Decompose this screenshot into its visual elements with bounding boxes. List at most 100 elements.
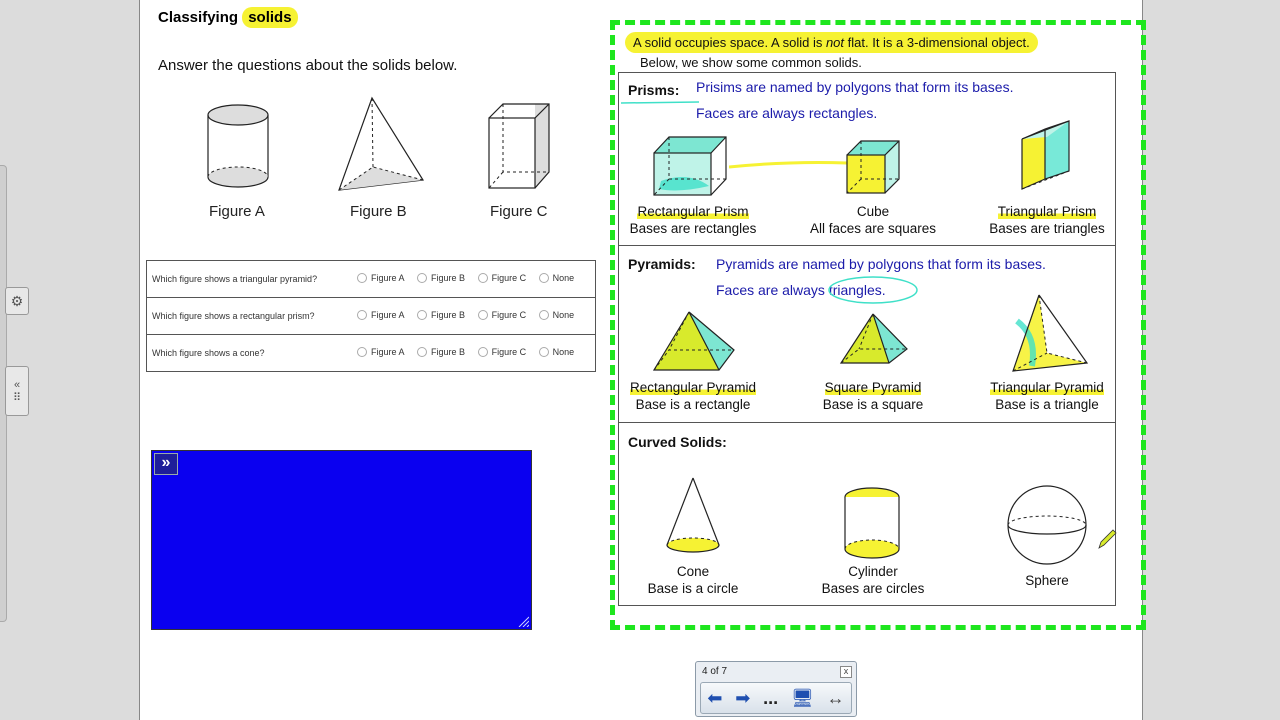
question-options: Figure A Figure B Figure C None bbox=[342, 297, 596, 335]
expand-icon[interactable]: » bbox=[154, 453, 178, 475]
option-figure-a[interactable]: Figure A bbox=[357, 273, 405, 283]
settings-button[interactable]: ⚙ bbox=[5, 287, 29, 315]
title-prefix: Classifying bbox=[158, 9, 243, 26]
option-figure-c[interactable]: Figure C bbox=[477, 310, 526, 320]
radio-icon[interactable] bbox=[357, 347, 367, 357]
next-page-icon[interactable]: ➡ bbox=[735, 688, 750, 709]
triangular-prism-figure bbox=[1021, 120, 1070, 190]
title-highlight: solids bbox=[242, 7, 298, 28]
square-pyramid-figure bbox=[839, 313, 908, 364]
prisms-line-1: Prisims are named by polygons that form … bbox=[696, 79, 1014, 95]
radio-icon[interactable] bbox=[417, 347, 428, 357]
radio-icon[interactable] bbox=[357, 310, 367, 320]
pyramids-line-1: Pyramids are named by polygons that form… bbox=[716, 256, 1046, 272]
question-row: Which figure shows a rectangular prism? … bbox=[146, 297, 596, 335]
option-figure-b[interactable]: Figure B bbox=[417, 347, 465, 357]
yellow-connector-stroke bbox=[729, 161, 848, 169]
page-title: Classifying solids bbox=[158, 7, 298, 28]
screen-display-icon[interactable]: 🖥 bbox=[791, 688, 814, 709]
figure-a-cylinder bbox=[207, 104, 269, 188]
question-row: Which figure shows a cone? Figure A Figu… bbox=[146, 334, 596, 372]
curved-solids-title: Curved Solids: bbox=[628, 434, 727, 450]
section-divider bbox=[619, 422, 1115, 423]
definition-highlight: A solid occupies space. A solid is not f… bbox=[625, 32, 1038, 53]
option-none[interactable]: None bbox=[538, 273, 574, 283]
radio-icon[interactable] bbox=[357, 273, 367, 283]
rectangular-pyramid-figure bbox=[652, 311, 735, 371]
question-options: Figure A Figure B Figure C None bbox=[342, 334, 596, 372]
cylinder-desc: Bases are circles bbox=[821, 581, 925, 596]
figure-b-triangular-pyramid bbox=[338, 96, 425, 191]
rectangular-pyramid-name: Rectangular Pyramid bbox=[629, 380, 757, 395]
cube-figure bbox=[846, 140, 900, 194]
radio-icon[interactable] bbox=[538, 273, 549, 283]
page-counter: 4 of 7 bbox=[702, 666, 728, 677]
prisms-title-underline bbox=[621, 101, 700, 104]
radio-icon[interactable] bbox=[477, 273, 488, 283]
prisms-line-2: Faces are always rectangles. bbox=[696, 105, 878, 121]
cone-name: Cone bbox=[676, 564, 710, 579]
sphere-figure bbox=[1007, 485, 1087, 565]
square-pyramid-name: Square Pyramid bbox=[824, 380, 922, 395]
cube-desc: All faces are squares bbox=[809, 221, 937, 236]
option-figure-b[interactable]: Figure B bbox=[417, 310, 465, 320]
pyramids-title: Pyramids: bbox=[628, 256, 696, 272]
option-figure-c[interactable]: Figure C bbox=[477, 347, 526, 357]
rectangular-pyramid-desc: Base is a rectangle bbox=[635, 397, 751, 412]
sphere-name: Sphere bbox=[1025, 573, 1069, 588]
option-figure-a[interactable]: Figure A bbox=[357, 310, 405, 320]
option-figure-c[interactable]: Figure C bbox=[477, 273, 526, 283]
radio-icon[interactable] bbox=[477, 310, 488, 320]
double-chevron-left-icon: « bbox=[13, 378, 21, 391]
rectangular-prism-name: Rectangular Prism bbox=[637, 204, 749, 219]
radio-icon[interactable] bbox=[538, 310, 549, 320]
cylinder-name: Cylinder bbox=[848, 564, 898, 579]
figure-c-label: Figure C bbox=[490, 203, 548, 220]
option-none[interactable]: None bbox=[538, 347, 574, 357]
triangular-pyramid-desc: Base is a triangle bbox=[995, 397, 1099, 412]
triangular-pyramid-figure bbox=[1012, 294, 1089, 372]
radio-icon[interactable] bbox=[417, 273, 428, 283]
triangular-prism-name: Triangular Prism bbox=[997, 204, 1097, 219]
instructions-text: Answer the questions about the solids be… bbox=[158, 57, 458, 74]
question-options: Figure A Figure B Figure C None bbox=[342, 261, 596, 298]
square-pyramid-desc: Base is a square bbox=[822, 397, 924, 412]
option-none[interactable]: None bbox=[538, 310, 574, 320]
figure-b-label: Figure B bbox=[350, 203, 407, 220]
radio-icon[interactable] bbox=[417, 310, 428, 320]
rectangular-prism-desc: Bases are rectangles bbox=[629, 221, 757, 236]
rectangular-prism-figure bbox=[653, 136, 727, 196]
solid-definition-note: A solid occupies space. A solid is not f… bbox=[625, 32, 1038, 53]
close-navigator-button[interactable]: x bbox=[840, 666, 852, 678]
questions-table: Which figure shows a triangular pyramid?… bbox=[146, 260, 596, 372]
resize-handle-icon[interactable] bbox=[517, 615, 529, 627]
cube-name: Cube bbox=[856, 204, 890, 219]
page-navigator: 4 of 7 x ⬅ ➡ ... 🖥 ↔ bbox=[695, 661, 857, 717]
navigator-toolbar: ⬅ ➡ ... 🖥 ↔ bbox=[700, 682, 852, 714]
cone-figure bbox=[666, 477, 720, 553]
radio-icon[interactable] bbox=[538, 347, 549, 357]
question-text: Which figure shows a triangular pyramid? bbox=[152, 274, 318, 284]
cone-desc: Base is a circle bbox=[647, 581, 739, 596]
option-figure-b[interactable]: Figure B bbox=[417, 273, 465, 283]
pen-cursor-icon bbox=[1098, 529, 1117, 549]
question-row: Which figure shows a triangular pyramid?… bbox=[147, 261, 596, 298]
keypad-icon: ⠿ bbox=[12, 391, 22, 404]
option-figure-a[interactable]: Figure A bbox=[357, 347, 405, 357]
media-panel[interactable]: » bbox=[151, 450, 532, 630]
solids-reference-panel: Prisms: Prisims are named by polygons th… bbox=[618, 72, 1117, 606]
cylinder-figure bbox=[844, 487, 900, 559]
triangular-prism-desc: Bases are triangles bbox=[989, 221, 1105, 236]
question-text: Which figure shows a cone? bbox=[146, 334, 342, 372]
radio-icon[interactable] bbox=[477, 347, 488, 357]
figure-a-label: Figure A bbox=[209, 203, 265, 220]
resize-horizontal-icon[interactable]: ↔ bbox=[827, 688, 845, 709]
question-text: Which figure shows a rectangular prism? bbox=[146, 297, 342, 335]
prisms-title: Prisms: bbox=[628, 82, 680, 98]
collapse-keypad-button[interactable]: « ⠿ bbox=[5, 366, 29, 416]
below-note: Below, we show some common solids. bbox=[640, 55, 862, 70]
more-options-button[interactable]: ... bbox=[763, 688, 778, 709]
section-divider bbox=[619, 245, 1115, 246]
previous-page-icon[interactable]: ⬅ bbox=[707, 688, 722, 709]
gear-icon: ⚙ bbox=[10, 292, 24, 309]
